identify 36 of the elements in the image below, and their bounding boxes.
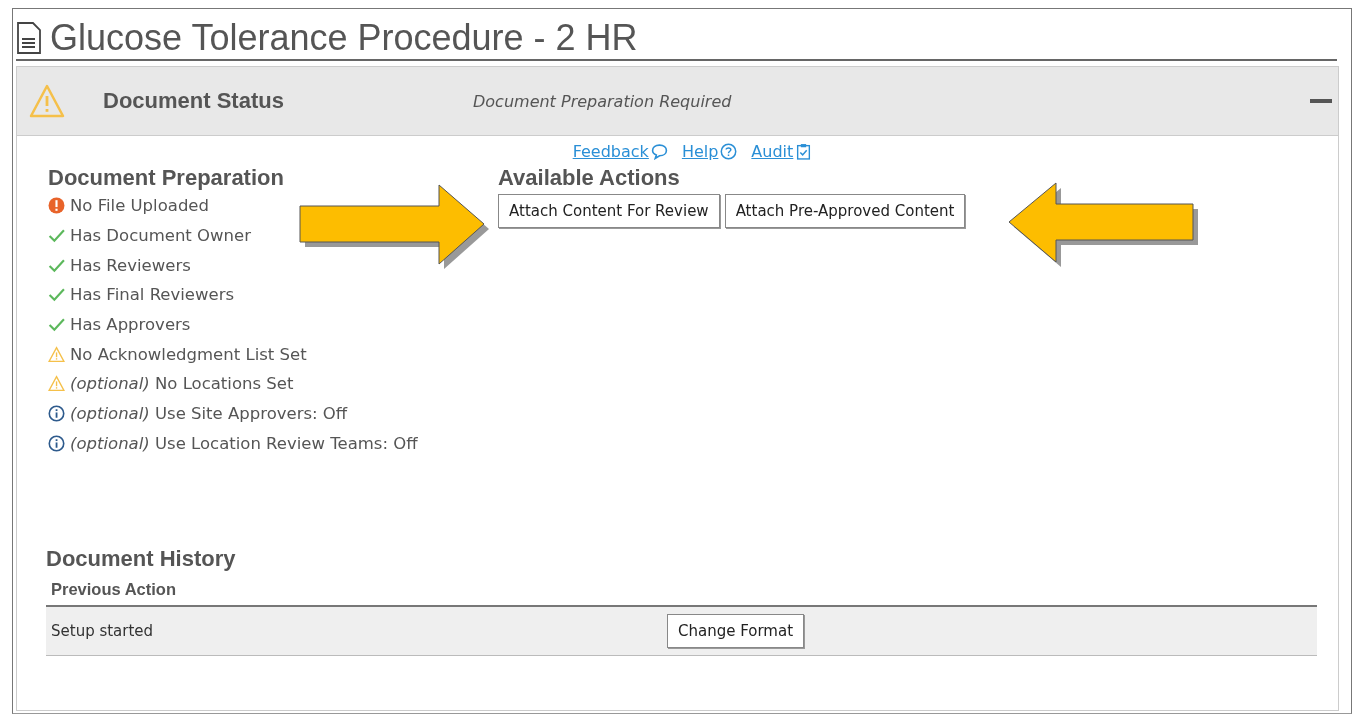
checklist-text: Has Approvers	[70, 315, 191, 335]
info-icon	[48, 405, 65, 423]
document-icon	[16, 22, 42, 54]
warning-icon	[48, 345, 65, 363]
section-heading: Document Preparation	[48, 165, 285, 191]
link[interactable]: Help	[681, 142, 738, 161]
checklist-text: No File Uploaded	[70, 196, 209, 216]
speech-bubble-icon	[650, 143, 668, 160]
checklist-text: (optional) Use Site Approvers: Off	[70, 404, 348, 424]
page-title: Glucose Tolerance Procedure - 2 HR	[50, 17, 638, 59]
check-icon	[48, 286, 65, 304]
clipboard-check-icon	[795, 143, 813, 160]
collapse-icon[interactable]	[1310, 99, 1332, 103]
section-heading: Available Actions	[498, 165, 681, 191]
checklist-text: Has Document Owner	[70, 226, 251, 246]
info-icon	[48, 434, 65, 452]
checklist-text: Has Reviewers	[70, 255, 191, 275]
action-button[interactable]: Attach Content For Review	[498, 194, 720, 228]
change-format-button[interactable]: Change Format	[667, 614, 805, 649]
link[interactable]: Feedback	[572, 142, 668, 161]
error-icon	[48, 197, 65, 215]
status-text: Document Preparation Required	[473, 91, 733, 111]
check-icon	[48, 227, 65, 245]
warning-icon	[29, 84, 65, 118]
checklist-text: (optional) No Locations Set	[70, 374, 294, 394]
help-icon	[720, 143, 738, 160]
check-icon	[48, 316, 65, 334]
checklist-text: No Acknowledgment List Set	[70, 344, 307, 364]
link[interactable]: Audit	[751, 142, 813, 161]
warning-icon	[48, 375, 65, 393]
action-button[interactable]: Attach Pre-Approved Content	[724, 194, 966, 228]
checklist-text: Has Final Reviewers	[70, 285, 235, 305]
table-cell-text: Setup started	[51, 622, 155, 641]
section-heading: Document History	[46, 546, 237, 573]
status-title: Document Status	[103, 88, 285, 114]
checklist-text: (optional) Use Location Review Teams: Off	[70, 433, 418, 453]
